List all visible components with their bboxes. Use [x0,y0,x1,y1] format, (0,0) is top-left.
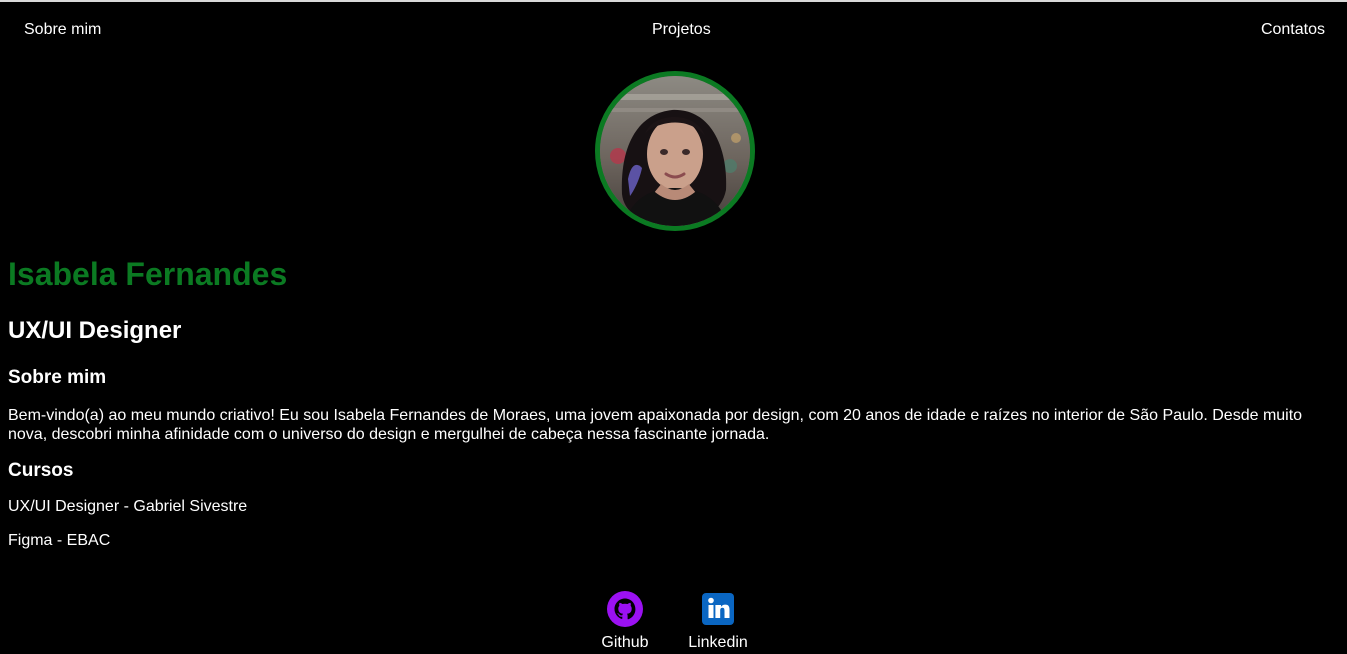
nav-link-contatos[interactable]: Contatos [1261,20,1325,40]
profile-photo-illustration [600,76,750,226]
github-label: Github [601,634,649,651]
nav-link-sobre-mim[interactable]: Sobre mim [24,20,101,40]
top-navigation: Sobre mim Projetos Contatos [0,20,1347,42]
linkedin-link[interactable]: Linkedin [683,591,753,653]
about-description: Bem-vindo(a) ao meu mundo criativo! Eu s… [8,407,1303,443]
github-icon [607,591,643,627]
linkedin-label: Linkedin [688,634,748,651]
course-item: UX/UI Designer - Gabriel Sivestre [8,498,248,515]
linkedin-icon [702,593,734,625]
courses-heading: Cursos [8,460,74,481]
course-item: Figma - EBAC [8,532,111,549]
main-content: Isabela Fernandes UX/UI Designer Sobre m… [8,254,1328,551]
about-heading: Sobre mim [8,367,107,388]
github-link[interactable]: Github [590,591,660,653]
nav-link-projetos[interactable]: Projetos [652,20,711,40]
profile-role: UX/UI Designer [8,317,182,344]
profile-avatar [595,71,755,231]
footer-social-links: Github Linkedin [0,591,1347,654]
profile-name: Isabela Fernandes [8,256,288,292]
portfolio-page: Sobre mim Projetos Contatos Isabela Fern… [0,0,1347,654]
